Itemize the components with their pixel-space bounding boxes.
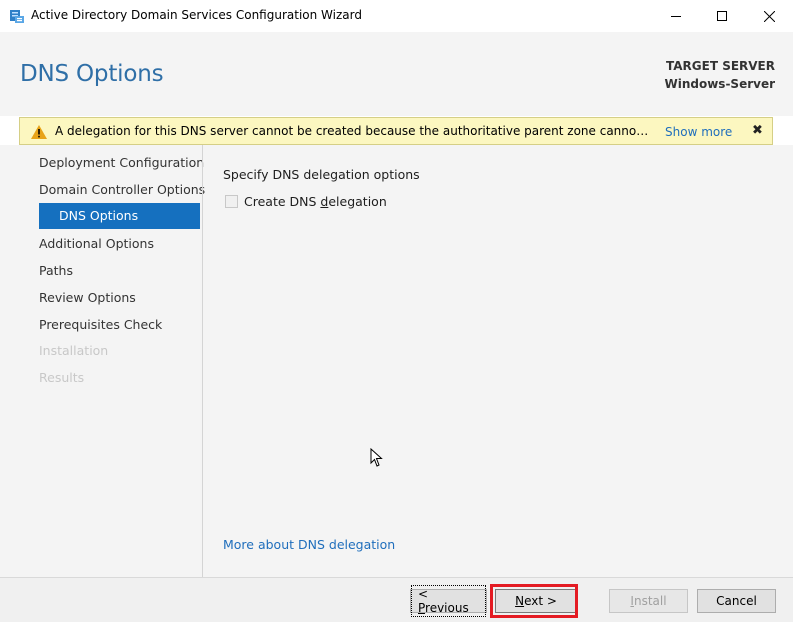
more-about-dns-delegation-link[interactable]: More about DNS delegation [223, 537, 395, 552]
section-label: Specify DNS delegation options [223, 167, 420, 182]
mouse-pointer-icon [370, 448, 383, 467]
maximize-button[interactable] [699, 0, 745, 32]
cancel-button[interactable]: Cancel [697, 589, 776, 613]
main-panel: Specify DNS delegation options Create DN… [203, 145, 793, 577]
nav-item-paths[interactable]: Paths [39, 258, 73, 284]
nav-item-review-options[interactable]: Review Options [39, 285, 136, 311]
install-button: Install [609, 589, 688, 613]
warning-text: A delegation for this DNS server cannot … [55, 124, 650, 138]
create-dns-delegation-label: Create DNS delegation [244, 194, 387, 209]
warning-icon [31, 125, 47, 139]
create-dns-delegation-checkbox [225, 195, 238, 208]
previous-button[interactable]: < Previous [410, 585, 487, 617]
maximize-icon [717, 11, 727, 21]
nav-item-prerequisites-check[interactable]: Prerequisites Check [39, 312, 162, 338]
close-icon [763, 10, 775, 22]
wizard-footer: < Previous Next > Install Cancel [0, 577, 793, 622]
minimize-icon [671, 16, 681, 17]
nav-item-deployment-configuration[interactable]: Deployment Configuration [39, 150, 204, 176]
title-bar: Active Directory Domain Services Configu… [0, 0, 793, 32]
next-button-highlight [490, 584, 578, 618]
nav-item-dns-options[interactable]: DNS Options [39, 203, 200, 229]
wizard-header: DNS Options TARGET SERVER Windows-Server [0, 32, 793, 116]
nav-item-installation: Installation [39, 343, 109, 358]
warning-close-icon[interactable]: ✖ [752, 123, 763, 138]
wizard-nav: Deployment Configuration Domain Controll… [0, 145, 205, 577]
page-title: DNS Options [20, 61, 164, 87]
minimize-button[interactable] [653, 0, 699, 32]
target-server-label: TARGET SERVER [666, 59, 775, 73]
window-title: Active Directory Domain Services Configu… [31, 8, 362, 22]
nav-item-results: Results [39, 370, 85, 385]
close-button[interactable] [746, 0, 792, 32]
server-manager-icon [10, 10, 24, 23]
nav-item-domain-controller-options[interactable]: Domain Controller Options [39, 177, 205, 203]
warning-banner: A delegation for this DNS server cannot … [19, 117, 773, 145]
nav-item-additional-options[interactable]: Additional Options [39, 231, 154, 257]
show-more-link[interactable]: Show more [665, 125, 732, 139]
target-server-name: Windows-Server [664, 77, 775, 91]
